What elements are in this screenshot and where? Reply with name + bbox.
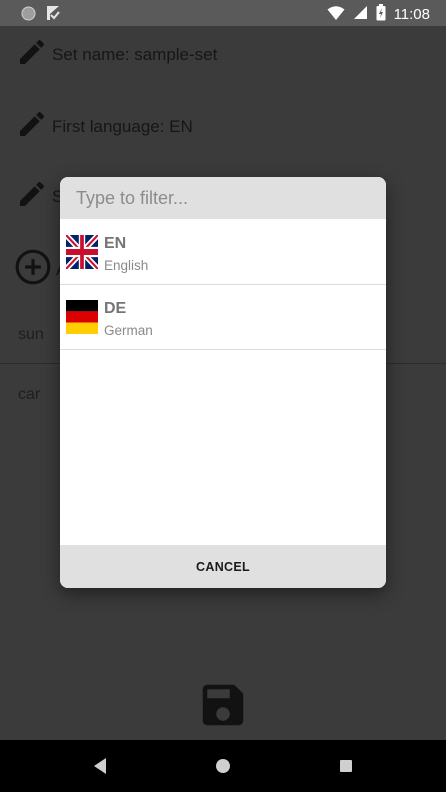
language-option-en[interactable]: EN English [60, 220, 386, 285]
save-icon [196, 684, 250, 736]
language-name: English [104, 258, 149, 273]
save-button[interactable] [196, 678, 250, 732]
check-flag-icon [46, 5, 60, 26]
second-language-row[interactable]: S [16, 178, 63, 215]
wifi-icon [327, 5, 345, 25]
list-item[interactable]: car [18, 386, 40, 404]
edit-icon[interactable] [16, 108, 48, 145]
language-option-de[interactable]: DE German [60, 285, 386, 350]
circle-icon [21, 6, 36, 26]
first-language-label: First language: EN [52, 116, 193, 136]
navigation-bar [0, 740, 446, 792]
set-name-row[interactable]: Set name: sample-set [16, 36, 217, 73]
language-code: EN [104, 235, 127, 252]
language-name: German [104, 323, 153, 338]
status-bar: 11:08 [0, 0, 446, 26]
back-icon[interactable] [91, 756, 109, 781]
edit-icon[interactable] [16, 178, 48, 215]
add-circle-icon[interactable] [14, 248, 52, 291]
home-icon[interactable] [215, 756, 233, 781]
uk-flag-icon [64, 232, 100, 272]
recents-icon[interactable] [338, 756, 356, 781]
dialog-footer: CANCEL [60, 545, 386, 588]
signal-icon [353, 5, 368, 24]
language-picker-dialog: EN English DE German CANCEL [60, 177, 386, 588]
first-language-row[interactable]: First language: EN [16, 108, 193, 145]
filter-bar [60, 177, 386, 219]
edit-icon[interactable] [16, 36, 48, 73]
list-item[interactable]: sun [18, 326, 44, 344]
cancel-button[interactable]: CANCEL [60, 545, 386, 588]
filter-input[interactable] [76, 184, 366, 212]
language-code: DE [104, 300, 127, 317]
battery-charging-icon [376, 4, 386, 25]
set-name-label: Set name: sample-set [52, 44, 218, 64]
germany-flag-icon [66, 300, 98, 334]
clock: 11:08 [393, 6, 430, 23]
